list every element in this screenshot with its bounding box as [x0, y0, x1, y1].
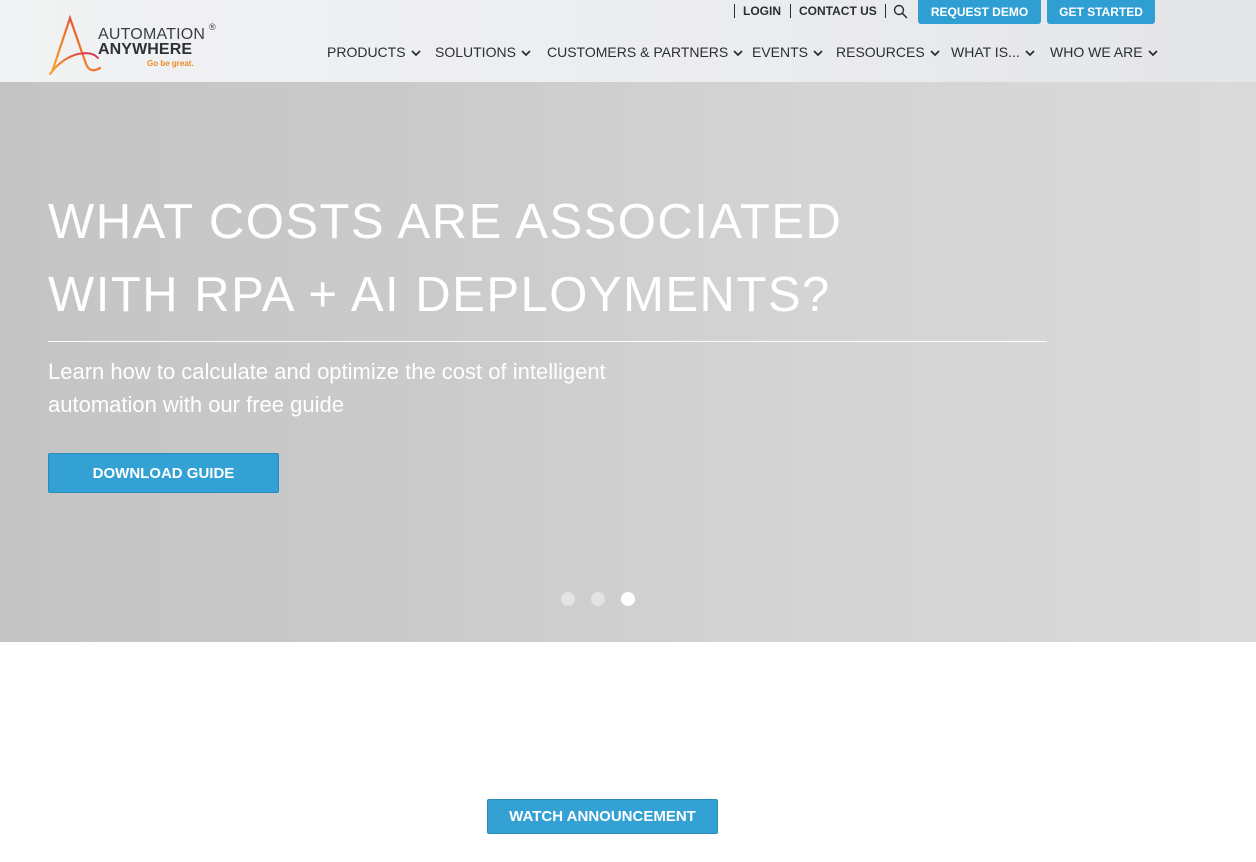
contact-us-link[interactable]: CONTACT US — [799, 4, 877, 18]
nav-who-we-are[interactable]: WHO WE ARE — [1050, 44, 1158, 60]
nav-label: SOLUTIONS — [435, 44, 516, 60]
utility-separator — [885, 4, 886, 18]
nav-label: RESOURCES — [836, 44, 925, 60]
carousel-dot-active[interactable] — [621, 592, 635, 606]
nav-products[interactable]: PRODUCTS — [327, 44, 421, 60]
hero-divider — [48, 341, 1047, 342]
get-started-button[interactable]: GET STARTED — [1047, 0, 1155, 24]
nav-customers-partners[interactable]: CUSTOMERS & PARTNERS — [547, 44, 743, 60]
nav-label: WHO WE ARE — [1050, 44, 1143, 60]
chevron-down-icon — [410, 44, 421, 60]
nav-label: CUSTOMERS & PARTNERS — [547, 44, 729, 60]
nav-label: WHAT IS... — [951, 44, 1020, 60]
nav-label: PRODUCTS — [327, 44, 406, 60]
login-link[interactable]: LOGIN — [743, 4, 781, 18]
carousel-dot[interactable] — [591, 592, 605, 606]
hero-carousel: WHAT COSTS ARE ASSOCIATED WITH RPA + AI … — [0, 82, 1256, 642]
hero-title: WHAT COSTS ARE ASSOCIATED WITH RPA + AI … — [48, 186, 1048, 332]
utility-separator — [734, 4, 735, 18]
chevron-down-icon — [1147, 44, 1158, 60]
utility-separator — [790, 4, 791, 18]
chevron-down-icon — [930, 44, 940, 60]
nav-what-is[interactable]: WHAT IS... — [951, 44, 1035, 60]
registered-mark: ® — [209, 22, 216, 32]
hero-subtitle-line: Learn how to calculate and optimize the … — [48, 359, 606, 384]
site-header: AUTOMATION ® ANYWHERE Go be great. LOGIN… — [0, 0, 1256, 82]
brand-logo[interactable]: AUTOMATION ® ANYWHERE Go be great. — [48, 14, 223, 76]
logo-tagline: Go be great. — [147, 59, 194, 68]
request-demo-button[interactable]: REQUEST DEMO — [918, 0, 1041, 24]
hero-subtitle-line: automation with our free guide — [48, 392, 344, 417]
hero-subtitle: Learn how to calculate and optimize the … — [48, 355, 748, 421]
chevron-down-icon — [813, 44, 823, 60]
hero-title-line: WITH RPA + AI DEPLOYMENTS? — [48, 268, 831, 322]
logo-text-anywhere: ANYWHERE — [98, 41, 193, 58]
search-icon[interactable] — [893, 4, 908, 24]
chevron-down-icon — [1025, 44, 1035, 60]
chevron-down-icon — [733, 44, 743, 60]
carousel-pagination — [561, 592, 635, 606]
nav-label: EVENTS — [752, 44, 809, 60]
carousel-dot[interactable] — [561, 592, 575, 606]
hero-title-line: WHAT COSTS ARE ASSOCIATED — [48, 195, 843, 249]
nav-resources[interactable]: RESOURCES — [836, 44, 940, 60]
download-guide-button[interactable]: DOWNLOAD GUIDE — [48, 453, 279, 493]
nav-events[interactable]: EVENTS — [752, 44, 823, 60]
watch-announcement-button[interactable]: WATCH ANNOUNCEMENT — [487, 799, 718, 834]
nav-solutions[interactable]: SOLUTIONS — [435, 44, 531, 60]
chevron-down-icon — [521, 44, 531, 60]
